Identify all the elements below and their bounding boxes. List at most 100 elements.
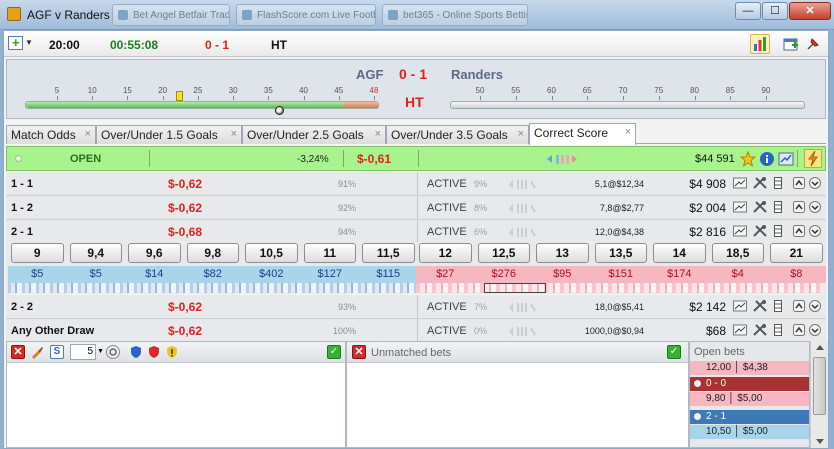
new-window-button[interactable] xyxy=(781,34,801,54)
mini-ladder-control[interactable] xyxy=(509,327,539,336)
tools-icon[interactable] xyxy=(753,300,767,312)
tab-close-icon[interactable]: × xyxy=(375,128,381,140)
brush-icon[interactable] xyxy=(30,345,44,359)
lay-price-button[interactable]: 13 xyxy=(536,243,589,263)
back-price-button[interactable]: 11 xyxy=(303,243,356,263)
tab-close-icon[interactable]: × xyxy=(518,128,524,140)
tools-icon[interactable] xyxy=(753,225,767,237)
tab-close-icon[interactable]: × xyxy=(231,128,237,140)
back-amount[interactable]: $115 xyxy=(359,266,418,283)
collapse-up-icon[interactable] xyxy=(793,177,805,189)
collapse-up-icon[interactable] xyxy=(793,201,805,213)
expand-down-icon[interactable] xyxy=(809,300,821,312)
tools-icon[interactable] xyxy=(753,324,767,336)
lay-price-button[interactable]: 18,5 xyxy=(711,243,764,263)
confirm-check-icon[interactable]: ✓ xyxy=(327,345,341,359)
collapse-up-icon[interactable] xyxy=(793,324,805,336)
scroll-down-icon[interactable] xyxy=(816,439,824,444)
open-bets-scrollbar[interactable] xyxy=(810,341,828,448)
depth-window-marker[interactable] xyxy=(484,283,546,293)
stake-spinner[interactable]: 5 xyxy=(70,344,96,360)
close-window-button[interactable]: ✕ xyxy=(789,2,831,20)
lay-price-button[interactable]: 13,5 xyxy=(594,243,647,263)
info-icon[interactable] xyxy=(759,151,775,167)
expand-down-icon[interactable] xyxy=(809,324,821,336)
tab-correct-score[interactable]: Correct Score × xyxy=(529,123,636,145)
background-window-tab[interactable]: bet365 - Online Sports Betting xyxy=(382,4,528,26)
tab-match-odds[interactable]: Match Odds × xyxy=(6,125,96,144)
lay-amount[interactable]: $174 xyxy=(650,266,709,283)
ladder-view-icon[interactable] xyxy=(774,177,786,189)
window-titlebar[interactable]: AGF v Randers Bet Angel Betfair Trading … xyxy=(0,0,834,30)
cancel-all-icon[interactable]: ✕ xyxy=(11,345,25,359)
minimize-button[interactable]: — xyxy=(735,2,761,20)
back-amount[interactable]: $127 xyxy=(300,266,359,283)
ladder-view-icon[interactable] xyxy=(774,201,786,213)
tab-over-under-1-5[interactable]: Over/Under 1.5 Goals × xyxy=(96,125,242,144)
selection-chart-icon[interactable] xyxy=(733,177,747,189)
chevron-down-icon[interactable]: ▼ xyxy=(97,348,104,355)
lay-amount[interactable]: $276 xyxy=(474,266,533,283)
market-chart-icon[interactable] xyxy=(778,151,794,167)
lay-amount[interactable]: $8 xyxy=(767,266,826,283)
selection-row[interactable]: 1 - 2 $-0,62 92% ACTIVE 8% 7,8@$2,77 $2 … xyxy=(6,196,826,220)
confirm-check-icon[interactable]: ✓ xyxy=(667,345,681,359)
scroll-thumb[interactable] xyxy=(813,357,826,415)
lay-amount[interactable]: $27 xyxy=(416,266,475,283)
selection-chart-icon[interactable] xyxy=(733,201,747,213)
tab-close-icon[interactable]: × xyxy=(625,126,631,138)
automation-lightning-icon[interactable] xyxy=(804,149,822,168)
open-bet-odds[interactable]: 12,00 │ $4,38 xyxy=(690,361,809,375)
back-price-button[interactable]: 9,4 xyxy=(69,243,122,263)
selection-chart-icon[interactable] xyxy=(733,324,747,336)
open-bet-odds[interactable]: 9,80 │ $5,00 xyxy=(690,392,809,406)
open-bet-odds[interactable]: 10,50 │ $5,00 xyxy=(690,425,809,439)
mini-ladder-control[interactable] xyxy=(509,204,539,213)
tab-over-under-3-5[interactable]: Over/Under 3.5 Goals × xyxy=(386,125,529,144)
selection-row[interactable]: 2 - 1 $-0,68 94% ACTIVE 6% 12,0@$4,38 $2… xyxy=(6,220,826,244)
cancel-unmatched-icon[interactable]: ✕ xyxy=(352,345,366,359)
selection-row[interactable]: Any Other Draw $-0,62 100% ACTIVE 0% 100… xyxy=(6,319,826,343)
lay-price-button[interactable]: 12 xyxy=(419,243,472,263)
lay-amount[interactable]: $4 xyxy=(708,266,767,283)
lay-price-button[interactable]: 21 xyxy=(770,243,823,263)
selection-chart-icon[interactable] xyxy=(733,300,747,312)
chart-toggle-button[interactable] xyxy=(750,34,770,54)
settings-icon[interactable] xyxy=(106,345,120,359)
ladder-view-icon[interactable] xyxy=(774,300,786,312)
selection-chart-icon[interactable] xyxy=(733,225,747,237)
back-amount[interactable]: $402 xyxy=(242,266,301,283)
back-price-button[interactable]: 9,6 xyxy=(128,243,181,263)
tab-close-icon[interactable]: × xyxy=(85,128,91,140)
collapse-up-icon[interactable] xyxy=(793,300,805,312)
add-market-button[interactable]: ▼ xyxy=(7,35,33,53)
shield-red-icon[interactable] xyxy=(147,345,161,359)
mini-ladder-control[interactable] xyxy=(509,228,539,237)
back-price-button[interactable]: 10,5 xyxy=(245,243,298,263)
lay-amount[interactable]: $95 xyxy=(533,266,592,283)
favourite-star-icon[interactable] xyxy=(739,150,757,168)
back-amount[interactable]: $5 xyxy=(8,266,67,283)
mini-ladder-control[interactable] xyxy=(509,303,539,312)
back-price-button[interactable]: 9,8 xyxy=(186,243,239,263)
tools-icon[interactable] xyxy=(753,201,767,213)
back-amount[interactable]: $14 xyxy=(125,266,184,283)
background-window-tab[interactable]: Bet Angel Betfair Trading Software xyxy=(112,4,230,26)
back-price-button[interactable]: 9 xyxy=(11,243,64,263)
shield-blue-icon[interactable] xyxy=(129,345,143,359)
shield-warning-icon[interactable] xyxy=(165,345,179,359)
collapse-up-icon[interactable] xyxy=(793,225,805,237)
ladder-scroll-control[interactable] xyxy=(547,155,579,164)
lay-amount[interactable]: $151 xyxy=(591,266,650,283)
selection-row[interactable]: 2 - 2 $-0,62 93% ACTIVE 7% 18,0@$5,41 $2… xyxy=(6,295,826,319)
background-window-tab[interactable]: FlashScore.com Live Football Scores xyxy=(236,4,376,26)
expand-down-icon[interactable] xyxy=(809,177,821,189)
scroll-up-icon[interactable] xyxy=(816,345,824,350)
maximize-button[interactable]: ☐ xyxy=(762,2,788,20)
lay-price-button[interactable]: 14 xyxy=(653,243,706,263)
pin-button[interactable] xyxy=(803,34,823,54)
ladder-view-icon[interactable] xyxy=(774,324,786,336)
stake-mode-icon[interactable]: S xyxy=(50,345,64,359)
back-amount[interactable]: $5 xyxy=(66,266,125,283)
open-bet-selection[interactable]: 2 - 1 xyxy=(690,410,809,424)
